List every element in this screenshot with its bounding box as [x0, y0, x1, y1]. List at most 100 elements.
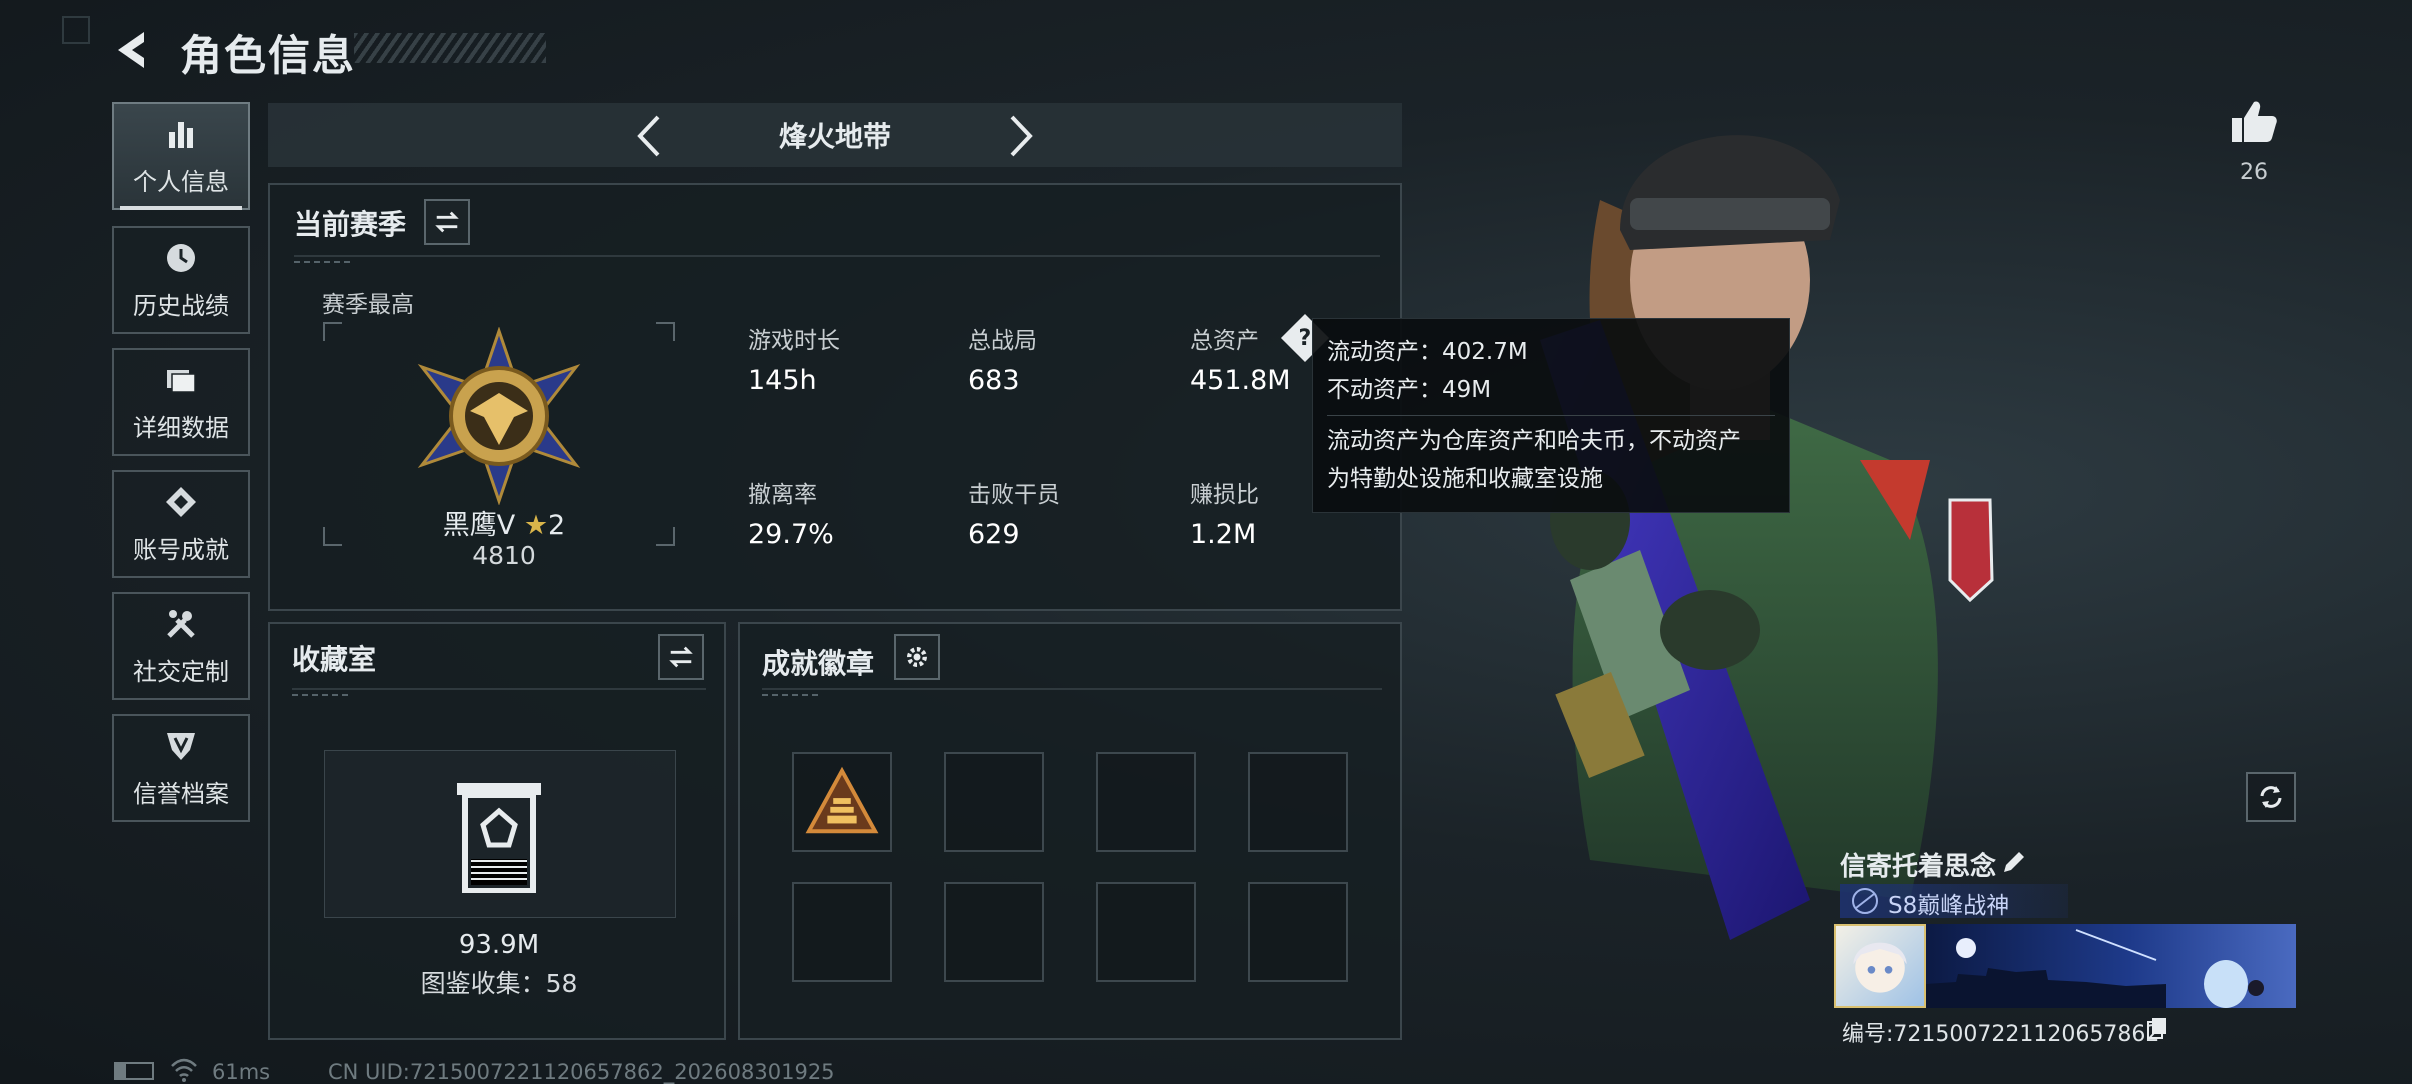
- badges-panel: 成就徽章: [738, 622, 1402, 1040]
- season-best-label: 赛季最高: [322, 292, 414, 318]
- stat-value: 629: [968, 519, 1020, 550]
- stat-value: 451.8M: [1190, 365, 1291, 396]
- collection-panel: 收藏室 93.9M 图鉴收集：58: [268, 622, 726, 1040]
- divider-dots: [294, 261, 354, 263]
- rank-title: S8巅峰战神: [1888, 893, 2010, 919]
- badge-slot[interactable]: [1248, 752, 1348, 852]
- divider: [1327, 415, 1775, 416]
- player-name: 信寄托着思念: [1840, 852, 1997, 882]
- sidebar-item-label: 历史战绩: [133, 291, 229, 320]
- swap-icon: [435, 211, 459, 233]
- shield-icon: [167, 732, 195, 760]
- stat-label: 撤离率: [748, 482, 817, 508]
- avatar-image: [1853, 942, 1907, 993]
- rank-stars: 2: [548, 510, 566, 541]
- stat-value: 29.7%: [748, 519, 834, 550]
- season-title: 当前赛季: [294, 208, 407, 241]
- chevron-left-icon: [637, 115, 660, 157]
- achievement-icon: [166, 486, 196, 517]
- next-mode-button[interactable]: [1000, 111, 1040, 161]
- badge-slot[interactable]: [944, 752, 1044, 852]
- divider: [294, 255, 1380, 257]
- collection-preview[interactable]: [324, 750, 676, 918]
- corner-mark: [62, 16, 90, 44]
- assets-tooltip: 流动资产：402.7M 不动资产：49M 流动资产为仓库资产和哈夫币，不动资产 …: [1312, 318, 1790, 513]
- sidebar-item-label: 账号成就: [133, 535, 229, 564]
- uid-text: CN UID:7215007221120657862_202608301925: [328, 1060, 835, 1084]
- copy-icon: [2147, 1018, 2166, 1039]
- stat-value: 683: [968, 365, 1020, 396]
- season-switch-button[interactable]: [424, 199, 470, 245]
- collection-value: 93.9M: [458, 930, 540, 960]
- rank-score: 4810: [472, 541, 536, 570]
- pencil-icon: [2004, 852, 2024, 872]
- badges-title: 成就徽章: [762, 647, 875, 680]
- tooltip-liquid-assets: 流动资产：402.7M: [1327, 339, 1528, 365]
- prev-mode-button[interactable]: [630, 111, 670, 161]
- tools-icon: [167, 609, 195, 638]
- battery-icon: [114, 1062, 154, 1080]
- gear-icon: [907, 647, 927, 667]
- like-button[interactable]: [2228, 96, 2280, 148]
- sidebar-item-label: 详细数据: [133, 413, 229, 442]
- stat-label: 赚损比: [1190, 482, 1259, 508]
- wifi-icon: [171, 1058, 197, 1082]
- sidebar-item-personal-info[interactable]: 个人信息: [112, 102, 250, 210]
- page-title: 角色信息: [180, 31, 357, 80]
- mode-title: 烽火地带: [778, 120, 891, 153]
- sidebar-item-detail-data[interactable]: 详细数据: [112, 348, 250, 456]
- badge-slot[interactable]: [1096, 752, 1196, 852]
- badges-settings-button[interactable]: [894, 634, 940, 680]
- sidebar-item-social[interactable]: 社交定制: [112, 592, 250, 700]
- rank-title-icon: [1848, 886, 1882, 916]
- copy-id-button[interactable]: [2146, 1016, 2168, 1040]
- stat-label: 游戏时长: [748, 328, 840, 354]
- avatar[interactable]: [1834, 924, 1926, 1008]
- divider-dots: [762, 694, 822, 696]
- season-panel: 当前赛季 赛季最高 黑鹰V ★2 4810 游戏时长 145h 总战局 683 …: [268, 183, 1402, 611]
- sidebar-item-history[interactable]: 历史战绩: [112, 226, 250, 334]
- tooltip-description-line2: 为特勤处设施和收藏室设施: [1327, 466, 1603, 492]
- star-icon: ★: [523, 510, 549, 541]
- player-id: 编号:7215007221120657862: [1842, 1022, 2160, 1047]
- collection-switch-button[interactable]: [658, 634, 704, 680]
- stat-label: 总战局: [968, 328, 1037, 354]
- badge-slot[interactable]: [1248, 882, 1348, 982]
- rank-name: 黑鹰V: [442, 510, 516, 541]
- collection-title: 收藏室: [292, 643, 377, 676]
- ping-value: 61ms: [212, 1060, 271, 1084]
- catalog-count: 图鉴收集：58: [420, 969, 578, 998]
- divider-dots: [292, 694, 352, 696]
- sidebar-item-achievements[interactable]: 账号成就: [112, 470, 250, 578]
- like-count: 26: [2240, 160, 2268, 185]
- sidebar-item-label: 信誉档案: [133, 779, 229, 808]
- chevron-right-icon: [1010, 115, 1033, 157]
- badge-slot[interactable]: [792, 882, 892, 982]
- stat-value: 145h: [748, 365, 817, 396]
- pyramid-badge-icon: [805, 766, 879, 834]
- badge-slot[interactable]: [944, 882, 1044, 982]
- badge-slot[interactable]: [792, 752, 892, 852]
- thumbs-up-icon: [2232, 101, 2277, 142]
- divider: [762, 688, 1382, 690]
- badge-slot[interactable]: [1096, 882, 1196, 982]
- profile-banner[interactable]: [1926, 924, 2296, 1008]
- folder-icon: [167, 369, 196, 393]
- tooltip-fixed-assets: 不动资产：49M: [1327, 377, 1492, 403]
- collection-room-icon: [457, 783, 541, 893]
- mode-selector: 烽火地带: [268, 103, 1402, 167]
- back-button[interactable]: [112, 28, 156, 72]
- back-arrow-icon: [118, 32, 144, 68]
- refresh-icon: [2260, 786, 2282, 808]
- sidebar-item-label: 个人信息: [133, 167, 229, 196]
- sidebar-item-label: 社交定制: [133, 657, 229, 686]
- refresh-button[interactable]: [2246, 772, 2296, 822]
- rank-emblem-icon: [417, 327, 581, 505]
- rank-name-row: 黑鹰V ★2: [426, 503, 582, 542]
- stat-value: 1.2M: [1190, 519, 1257, 550]
- stat-label: 击败干员: [968, 482, 1060, 508]
- sidebar-item-reputation[interactable]: 信誉档案: [112, 714, 250, 822]
- divider: [292, 688, 706, 690]
- banner-image: [1926, 929, 2264, 1008]
- edit-name-button[interactable]: [2000, 848, 2028, 876]
